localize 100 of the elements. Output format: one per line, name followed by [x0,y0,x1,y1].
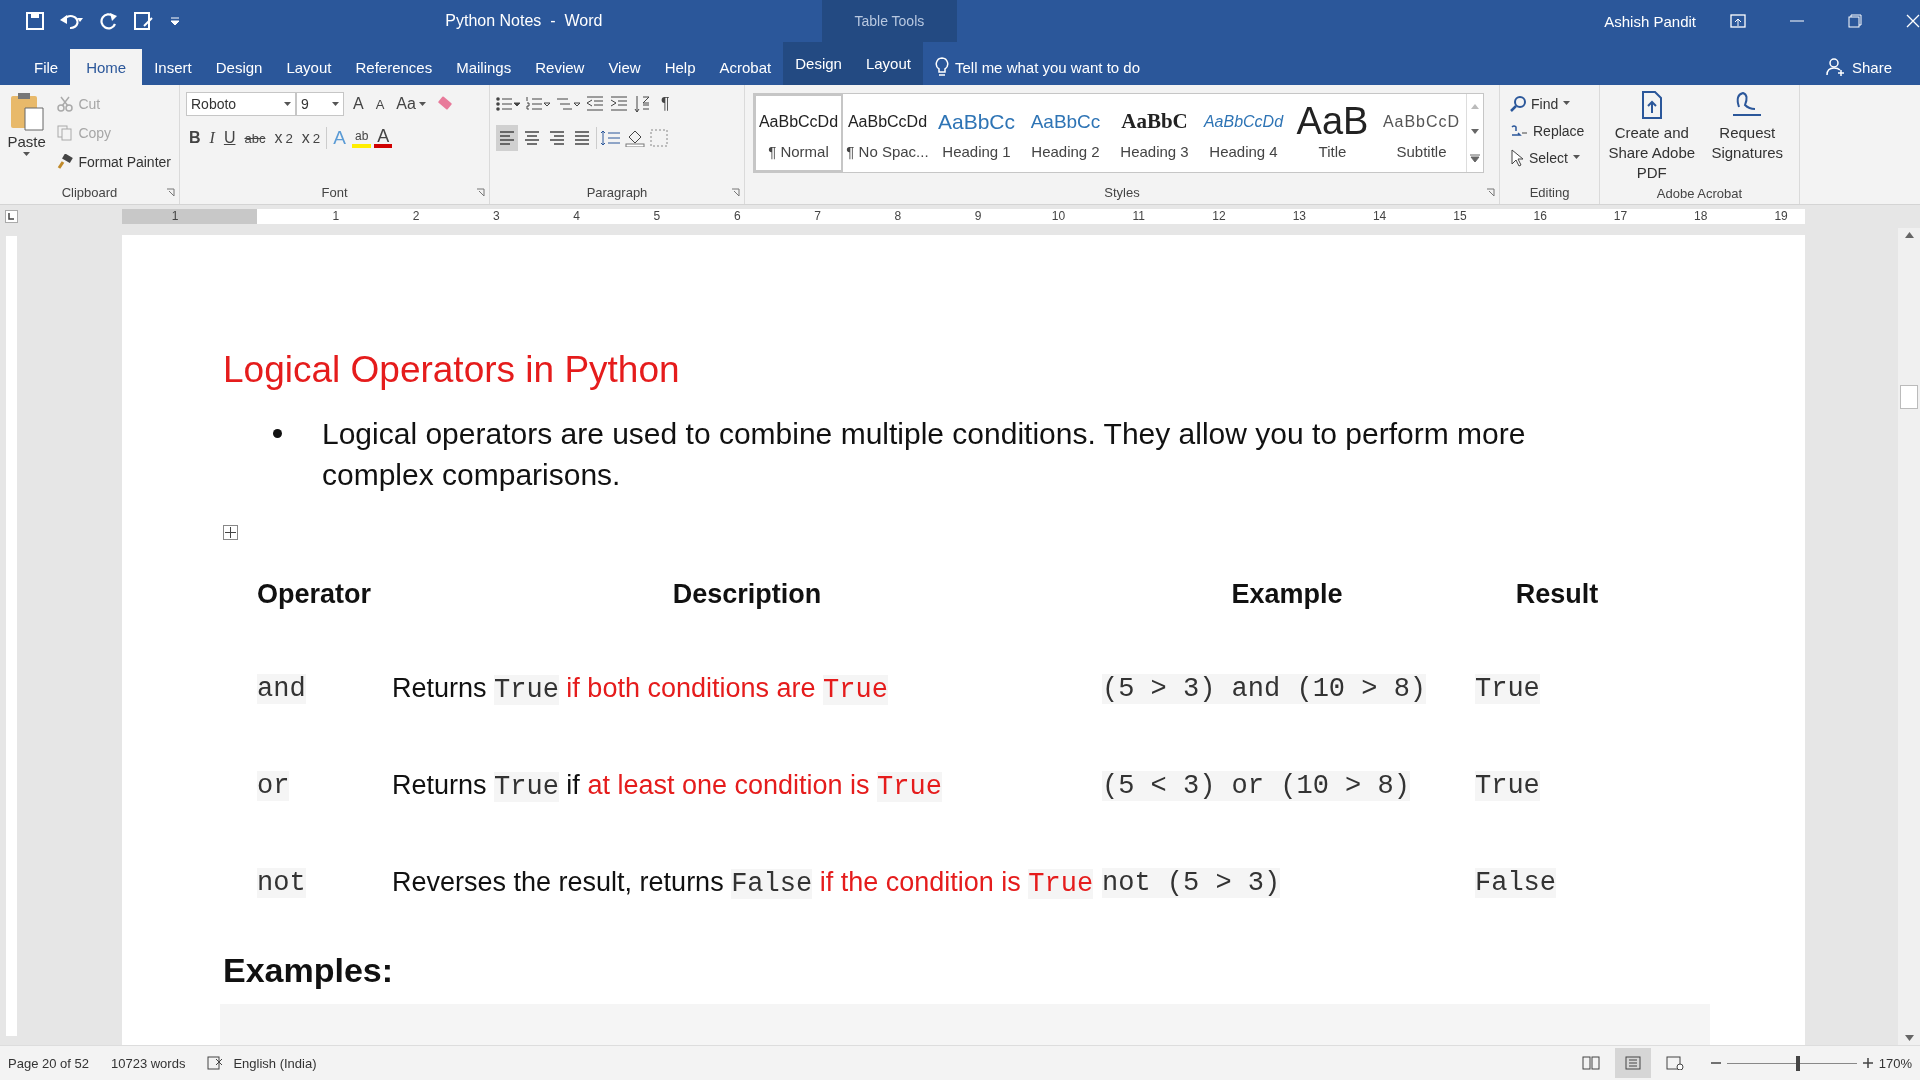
sort-icon[interactable] [634,95,652,113]
caret-icon[interactable] [1572,155,1580,160]
bullets-icon[interactable] [496,96,520,112]
result-cell: False [1475,867,1556,898]
dialog-launcher-icon[interactable] [731,188,740,197]
format-button[interactable]: I [206,125,218,151]
dialog-launcher-icon[interactable] [1486,188,1495,197]
style-option[interactable]: AaBbCc Heading 2 [1021,94,1110,172]
operator-cell: or [257,770,290,801]
zoom-in-icon[interactable] [1862,1058,1873,1068]
font-size-field[interactable]: 9 [296,92,344,116]
ribbon-display-icon[interactable] [1730,14,1746,28]
numbering-icon[interactable] [526,96,550,112]
redo-icon[interactable] [100,12,118,30]
shrink-font-button[interactable]: A [372,91,388,117]
ribbon-tab[interactable]: Review [523,49,597,85]
share-button[interactable]: Share [1819,49,1898,85]
more-icon[interactable] [1470,154,1480,162]
ribbon-tab[interactable]: Layout [274,49,344,85]
word-count[interactable]: 10723 words [110,1055,186,1071]
caret-icon[interactable] [1563,101,1571,106]
view-button[interactable] [1614,1048,1651,1078]
increase-indent-icon[interactable] [610,96,628,112]
ribbon-tab[interactable]: File [22,49,71,85]
dialog-launcher-icon[interactable] [166,188,175,197]
result-cell: True [1475,770,1540,801]
ribbon-tab[interactable]: Design [783,42,854,85]
grow-font-button[interactable]: A [350,91,367,117]
horizontal-ruler[interactable]: 1 1 2 3 4 5 6 7 8 9 10 11 12 13 14 15 16 17 18 19 [122,209,1805,224]
scrollbar[interactable] [1898,228,1920,1045]
font-color-button[interactable]: A [374,128,393,148]
user-name[interactable]: Ashish Pandit [1604,12,1696,30]
multilevel-list-icon[interactable] [556,96,580,112]
format-button[interactable]: B [186,125,204,151]
bullet-text: Logical operators are used to combine multiple conditions. They allow you to perform more complex comparisons. [322,416,1527,493]
ribbon-tab[interactable]: View [596,49,653,85]
ribbon-tab[interactable]: Acrobat [707,49,784,85]
cursor-icon[interactable] [1510,148,1524,167]
search-icon[interactable] [1510,95,1526,112]
ribbon-tab[interactable]: Insert [142,49,204,85]
ruler-number: 6 [732,209,742,224]
clipboard-button[interactable]: Format Painter [55,149,173,174]
line-spacing-icon[interactable] [600,130,622,146]
scroll-thumb[interactable] [1900,384,1918,409]
zoom-level[interactable]: 170% [1878,1055,1912,1071]
ribbon-tab[interactable]: Mailings [444,49,524,85]
editing-button[interactable]: Replace [1508,118,1587,143]
tell-me-field[interactable]: Tell me what you want to do [934,49,1141,85]
style-option[interactable]: AaBbCc Heading 1 [932,94,1021,172]
acrobat-button[interactable]: Create and Share Adobe PDF [1606,91,1698,183]
align-center-icon [524,130,540,146]
highlight-button[interactable]: ab [351,128,372,148]
style-option[interactable]: AaBbC Heading 3 [1110,94,1199,172]
shading-icon[interactable] [625,129,647,147]
paste-button[interactable]: Paste [6,91,48,180]
replace-icon[interactable] [1510,122,1528,139]
ribbon-tab[interactable]: Design [203,49,275,85]
save-icon[interactable] [26,12,44,30]
tab-selector-icon[interactable] [4,210,18,223]
ribbon-tab[interactable]: Help [652,49,708,85]
undo-icon[interactable] [60,12,84,30]
style-option[interactable]: AaBbCcDd ¶ No Spac... [843,94,932,172]
format-button[interactable]: U [220,125,239,151]
caret-icon[interactable] [418,101,426,107]
ruler-number: 15 [1452,209,1468,224]
change-case-button[interactable]: Aa [393,91,429,117]
table-move-handle-icon[interactable] [223,525,238,540]
style-option[interactable]: AaBbCcD Subtitle [1377,94,1466,172]
customize-icon[interactable] [170,17,180,25]
style-option[interactable]: AaBbCcDd Heading 4 [1199,94,1288,172]
style-option[interactable]: AaB Title [1288,94,1377,172]
ribbon-tab[interactable]: Layout [853,42,923,85]
align-right-icon [549,130,565,146]
language-label[interactable]: English (India) [233,1055,317,1071]
style-option[interactable]: AaBbCcDd ¶ Normal [754,94,843,172]
caret-icon[interactable] [284,101,291,107]
ribbon-tab[interactable]: References [343,49,445,85]
scroll-up-icon[interactable] [1904,232,1914,238]
web-layout-icon[interactable] [1665,1056,1684,1070]
caret-icon[interactable] [23,152,31,157]
format-button[interactable]: abc [241,125,269,151]
caret-icon[interactable] [332,101,339,107]
font-name-field[interactable]: Roboto [186,92,296,116]
ribbon-tab[interactable]: Home [70,49,143,85]
close-icon[interactable] [1906,14,1920,28]
acrobat-button[interactable]: Request Signatures [1701,91,1793,183]
page-count[interactable]: Page 20 of 52 [8,1055,89,1071]
book-icon[interactable] [1581,1056,1600,1070]
print-preview-icon[interactable] [134,12,154,30]
editing-button[interactable]: Find [1508,91,1587,116]
scroll-down-icon[interactable] [1471,129,1479,134]
dialog-launcher-icon[interactable] [476,188,485,197]
restore-icon[interactable] [1848,14,1862,28]
show-marks-button[interactable]: ¶ [658,91,673,117]
align-button[interactable] [496,125,518,151]
editing-button[interactable]: Select [1508,145,1587,170]
proofing-icon[interactable] [207,1056,224,1070]
decrease-indent-icon[interactable] [586,96,604,112]
scroll-down-icon[interactable] [1904,1035,1914,1041]
paintbrush-icon[interactable] [57,153,74,170]
